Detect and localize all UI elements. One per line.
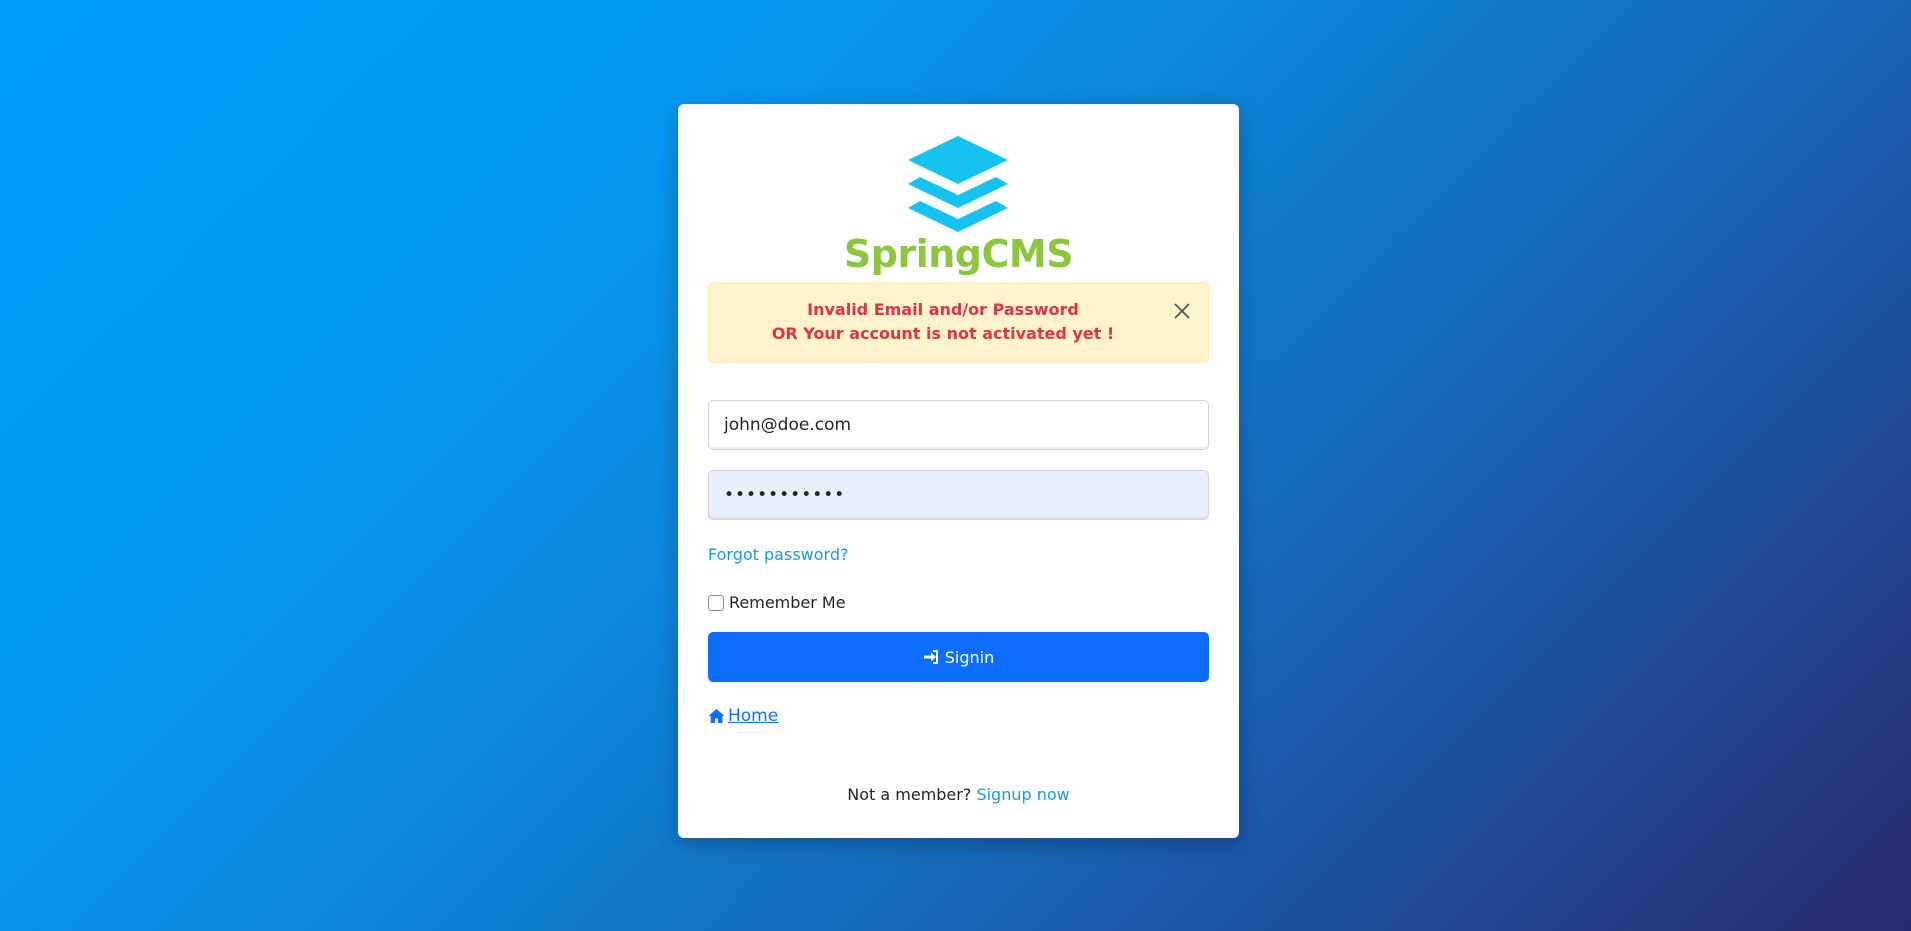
home-link[interactable]: Home — [708, 706, 778, 726]
signup-prompt: Not a member? Signup now — [678, 785, 1239, 804]
home-label: Home — [728, 706, 779, 726]
signin-button[interactable]: Signin — [708, 632, 1209, 682]
alert-line-1: Invalid Email and/or Password — [807, 300, 1079, 319]
brand-name: SpringCMS — [843, 232, 1074, 276]
close-icon[interactable] — [1170, 299, 1194, 323]
remember-me-checkbox[interactable] — [708, 594, 724, 611]
signin-label: Signin — [944, 647, 995, 667]
password-field[interactable] — [708, 470, 1209, 520]
email-field[interactable] — [708, 400, 1209, 450]
remember-me[interactable]: Remember Me — [708, 593, 846, 612]
layers-icon — [908, 136, 1008, 232]
sign-in-icon — [923, 650, 938, 664]
home-icon — [708, 709, 725, 723]
error-alert: Invalid Email and/or Password OR Your ac… — [708, 282, 1209, 363]
forgot-password-link[interactable]: Forgot password? — [708, 545, 848, 564]
remember-me-label: Remember Me — [729, 593, 846, 612]
not-member-text: Not a member? — [847, 785, 972, 804]
login-card: SpringCMS Invalid Email and/or Password … — [678, 104, 1239, 838]
alert-line-2: OR Your account is not activated yet ! — [771, 324, 1115, 343]
signup-link[interactable]: Signup now — [976, 785, 1069, 804]
